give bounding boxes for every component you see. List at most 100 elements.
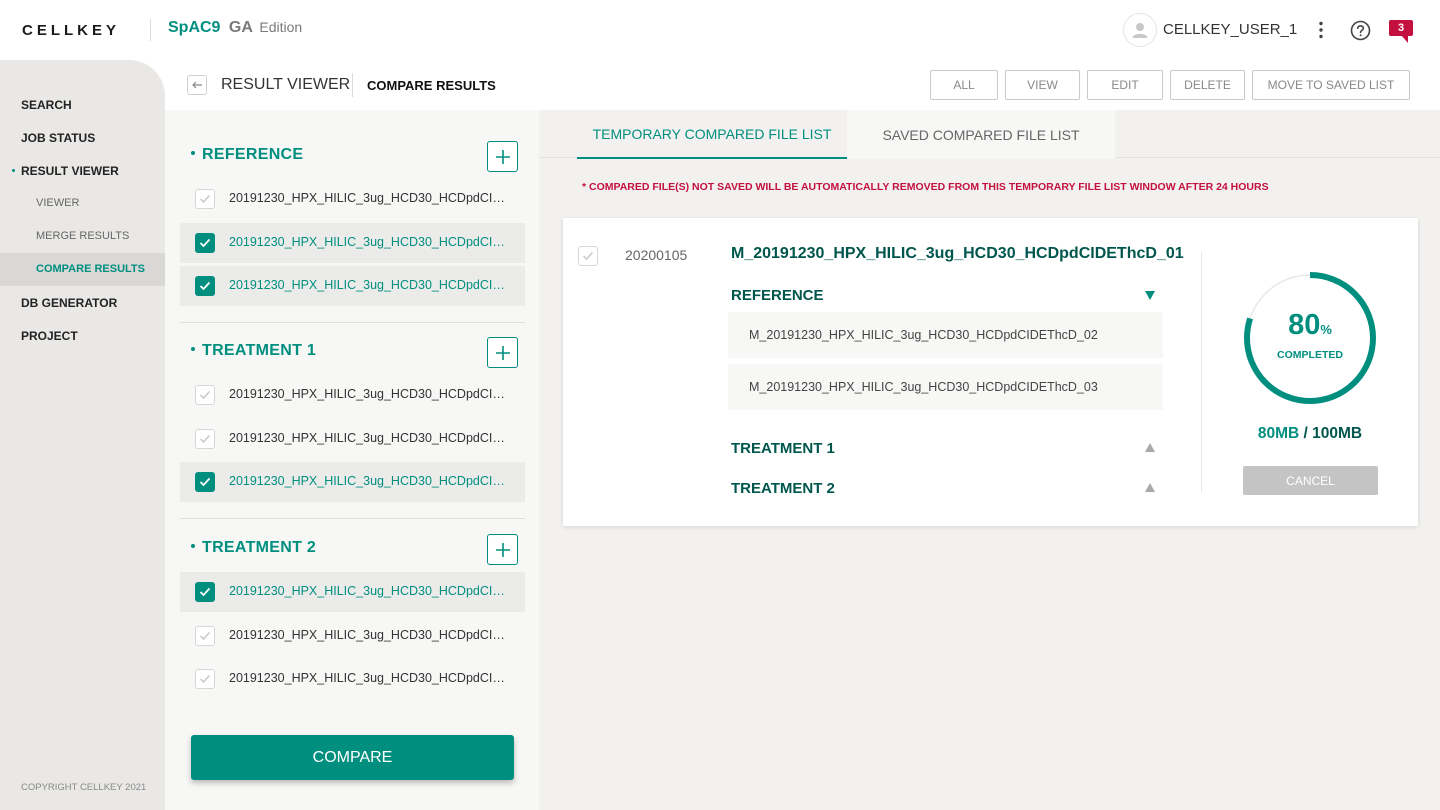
plus-icon	[495, 542, 510, 557]
header-divider	[150, 19, 151, 41]
move-to-saved-list-button[interactable]: MOVE TO SAVED LIST	[1252, 70, 1410, 100]
compare-job-checkbox[interactable]	[578, 246, 598, 266]
sidebar-subitem-compare-results[interactable]: COMPARE RESULTS	[36, 263, 145, 275]
reference-section-title[interactable]: REFERENCE	[731, 287, 824, 304]
file-row[interactable]: 20191230_HPX_HILIC_3ug_HCD30_HCDpdCIDETh…	[180, 375, 525, 415]
help-icon[interactable]	[1350, 20, 1371, 41]
group-bullet	[191, 150, 195, 155]
avatar[interactable]	[1123, 13, 1157, 47]
file-row[interactable]: 20191230_HPX_HILIC_3ug_HCD30_HCDpdCIDETh…	[180, 572, 525, 612]
title-divider	[352, 73, 353, 97]
cancel-button[interactable]: CANCEL	[1243, 466, 1378, 495]
size-total: 100MB	[1312, 425, 1363, 442]
check-icon	[199, 587, 211, 597]
file-checkbox[interactable]	[195, 385, 215, 405]
file-row[interactable]: 20191230_HPX_HILIC_3ug_HCD30_HCDpdCIDETh…	[180, 266, 525, 306]
file-checkbox[interactable]	[195, 429, 215, 449]
notification-icon[interactable]: 3	[1389, 20, 1413, 43]
size-separator: /	[1303, 425, 1308, 442]
check-icon	[199, 631, 211, 641]
reference-file-item: M_20191230_HPX_HILIC_3ug_HCD30_HCDpdCIDE…	[728, 312, 1163, 358]
file-name: 20191230_HPX_HILIC_3ug_HCD30_HCDpdCIDETh…	[229, 628, 511, 642]
treatment1-group-title: TREATMENT 1	[191, 342, 316, 360]
file-name: 20191230_HPX_HILIC_3ug_HCD30_HCDpdCIDETh…	[229, 387, 511, 401]
file-checkbox[interactable]	[195, 626, 215, 646]
delete-button[interactable]: DELETE	[1170, 70, 1245, 100]
reference-file-item: M_20191230_HPX_HILIC_3ug_HCD30_HCDpdCIDE…	[728, 364, 1163, 410]
sidebar-subitem-viewer[interactable]: VIEWER	[36, 197, 79, 209]
file-name: 20191230_HPX_HILIC_3ug_HCD30_HCDpdCIDETh…	[229, 278, 511, 292]
all-button[interactable]: ALL	[930, 70, 998, 100]
card-divider	[1201, 252, 1202, 492]
product-name: SpAC9 GA Edition	[168, 19, 302, 37]
file-row[interactable]: 20191230_HPX_HILIC_3ug_HCD30_HCDpdCIDETh…	[180, 179, 525, 219]
file-checkbox[interactable]	[195, 189, 215, 209]
edit-button[interactable]: EDIT	[1087, 70, 1163, 100]
sidebar-item-job-status[interactable]: JOB STATUS	[21, 131, 95, 145]
treatment2-group-title: TREATMENT 2	[191, 539, 316, 557]
group-bullet	[191, 346, 195, 351]
sidebar-item-result-viewer[interactable]: RESULT VIEWER	[21, 164, 119, 178]
sidebar-item-db-generator[interactable]: DB GENERATOR	[21, 296, 117, 310]
treatment2-section-title[interactable]: TREATMENT 2	[731, 480, 835, 497]
file-name: 20191230_HPX_HILIC_3ug_HCD30_HCDpdCIDETh…	[229, 474, 511, 488]
group-divider	[180, 518, 525, 519]
expand-arrow-icon[interactable]	[1145, 443, 1155, 452]
user-name[interactable]: CELLKEY_USER_1	[1163, 21, 1297, 38]
add-reference-button[interactable]	[487, 141, 518, 172]
file-checkbox[interactable]	[195, 276, 215, 296]
progress-value: 80	[1288, 309, 1321, 341]
sidebar-item-project[interactable]: PROJECT	[21, 329, 78, 343]
file-name: 20191230_HPX_HILIC_3ug_HCD30_HCDpdCIDETh…	[229, 191, 511, 205]
expand-arrow-icon[interactable]	[1145, 483, 1155, 492]
copyright-text: COPYRIGHT CELLKEY 2021	[21, 782, 147, 793]
more-menu-icon[interactable]	[1312, 18, 1330, 42]
plus-icon	[495, 345, 510, 360]
add-treatment1-button[interactable]	[487, 337, 518, 368]
page-title: RESULT VIEWER	[221, 76, 351, 93]
treatment1-group-label: TREATMENT 1	[202, 342, 317, 359]
compare-button[interactable]: COMPARE	[191, 735, 514, 780]
view-button[interactable]: VIEW	[1005, 70, 1080, 100]
check-icon	[199, 477, 211, 487]
file-row[interactable]: 20191230_HPX_HILIC_3ug_HCD30_HCDpdCIDETh…	[180, 462, 525, 502]
collapse-arrow-icon[interactable]	[1145, 291, 1155, 300]
notification-badge-tail	[1401, 35, 1408, 43]
file-name: 20191230_HPX_HILIC_3ug_HCD30_HCDpdCIDETh…	[229, 431, 511, 445]
plus-icon	[495, 149, 510, 164]
file-checkbox[interactable]	[195, 233, 215, 253]
file-checkbox[interactable]	[195, 669, 215, 689]
progress-status-label: COMPLETED	[1277, 349, 1343, 361]
sidebar-subitem-merge-results[interactable]: MERGE RESULTS	[36, 230, 129, 242]
cellkey-logo[interactable]: CELLKEY	[22, 22, 120, 39]
check-icon	[199, 194, 211, 204]
file-checkbox[interactable]	[195, 472, 215, 492]
sidebar-item-search[interactable]: SEARCH	[21, 98, 72, 112]
add-treatment2-button[interactable]	[487, 534, 518, 565]
user-icon	[1132, 23, 1148, 38]
product-name-main: SpAC9	[168, 19, 221, 36]
reference-group-label: REFERENCE	[202, 146, 304, 163]
file-row[interactable]: 20191230_HPX_HILIC_3ug_HCD30_HCDpdCIDETh…	[180, 659, 525, 699]
check-icon	[199, 281, 211, 291]
tab-temporary-compared-file-list[interactable]: TEMPORARY COMPARED FILE LIST	[577, 110, 847, 159]
check-icon	[199, 238, 211, 248]
file-name: 20191230_HPX_HILIC_3ug_HCD30_HCDpdCIDETh…	[229, 235, 511, 249]
file-name: 20191230_HPX_HILIC_3ug_HCD30_HCDpdCIDETh…	[229, 671, 511, 685]
check-icon	[582, 251, 594, 261]
treatment2-group-label: TREATMENT 2	[202, 539, 317, 556]
treatment1-section-title[interactable]: TREATMENT 1	[731, 440, 835, 457]
file-name: 20191230_HPX_HILIC_3ug_HCD30_HCDpdCIDETh…	[229, 584, 511, 598]
file-row[interactable]: 20191230_HPX_HILIC_3ug_HCD30_HCDpdCIDETh…	[180, 419, 525, 459]
progress-percent: 80%	[1242, 309, 1378, 342]
compare-job-date: 20200105	[625, 247, 688, 263]
tab-saved-compared-file-list[interactable]: SAVED COMPARED FILE LIST	[847, 110, 1115, 159]
progress-size: 80MB / 100MB	[1202, 425, 1418, 443]
group-divider	[180, 322, 525, 323]
check-icon	[199, 390, 211, 400]
progress-unit: %	[1320, 322, 1332, 337]
back-button[interactable]	[187, 75, 207, 95]
file-checkbox[interactable]	[195, 582, 215, 602]
file-row[interactable]: 20191230_HPX_HILIC_3ug_HCD30_HCDpdCIDETh…	[180, 616, 525, 656]
file-row[interactable]: 20191230_HPX_HILIC_3ug_HCD30_HCDpdCIDETh…	[180, 223, 525, 263]
